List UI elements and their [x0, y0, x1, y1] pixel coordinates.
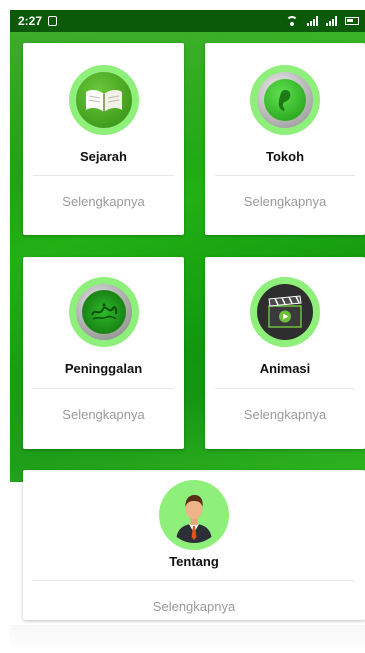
clapperboard-play-icon — [250, 277, 320, 347]
divider — [33, 580, 355, 581]
card-tentang[interactable]: Tentang Selengkapnya — [23, 470, 365, 620]
card-title: Animasi — [259, 361, 311, 376]
battery-icon — [345, 17, 359, 25]
bottom-area — [10, 625, 365, 653]
card-title: Peninggalan — [64, 361, 143, 376]
signal-icon — [307, 16, 318, 26]
card-sejarah[interactable]: Sejarah Selengkapnya — [23, 43, 184, 235]
person-in-suit-icon — [159, 480, 229, 550]
card-animasi[interactable]: Animasi Selengkapnya — [205, 257, 365, 449]
divider — [33, 388, 174, 389]
more-link[interactable]: Selengkapnya — [205, 194, 365, 209]
card-peninggalan[interactable]: Peninggalan Selengkapnya — [23, 257, 184, 449]
more-link[interactable]: Selengkapnya — [23, 194, 184, 209]
status-time: 2:27 — [18, 14, 43, 28]
card-title: Tokoh — [265, 149, 305, 164]
notification-icon — [48, 16, 58, 26]
wifi-icon — [285, 16, 299, 26]
status-bar: 2:27 — [10, 10, 365, 32]
card-title: Sejarah — [80, 149, 127, 164]
ornament-medallion-icon — [68, 277, 139, 347]
signal-icon-2 — [326, 16, 337, 26]
divider — [33, 175, 174, 176]
more-link[interactable]: Selengkapnya — [23, 407, 184, 422]
card-tokoh[interactable]: Tokoh Selengkapnya — [205, 43, 365, 235]
figure-button-icon — [250, 65, 320, 135]
more-link[interactable]: Selengkapnya — [23, 599, 365, 614]
open-book-icon — [68, 65, 139, 135]
card-title: Tentang — [169, 554, 219, 569]
divider — [215, 388, 355, 389]
divider — [215, 175, 355, 176]
more-link[interactable]: Selengkapnya — [205, 407, 365, 422]
